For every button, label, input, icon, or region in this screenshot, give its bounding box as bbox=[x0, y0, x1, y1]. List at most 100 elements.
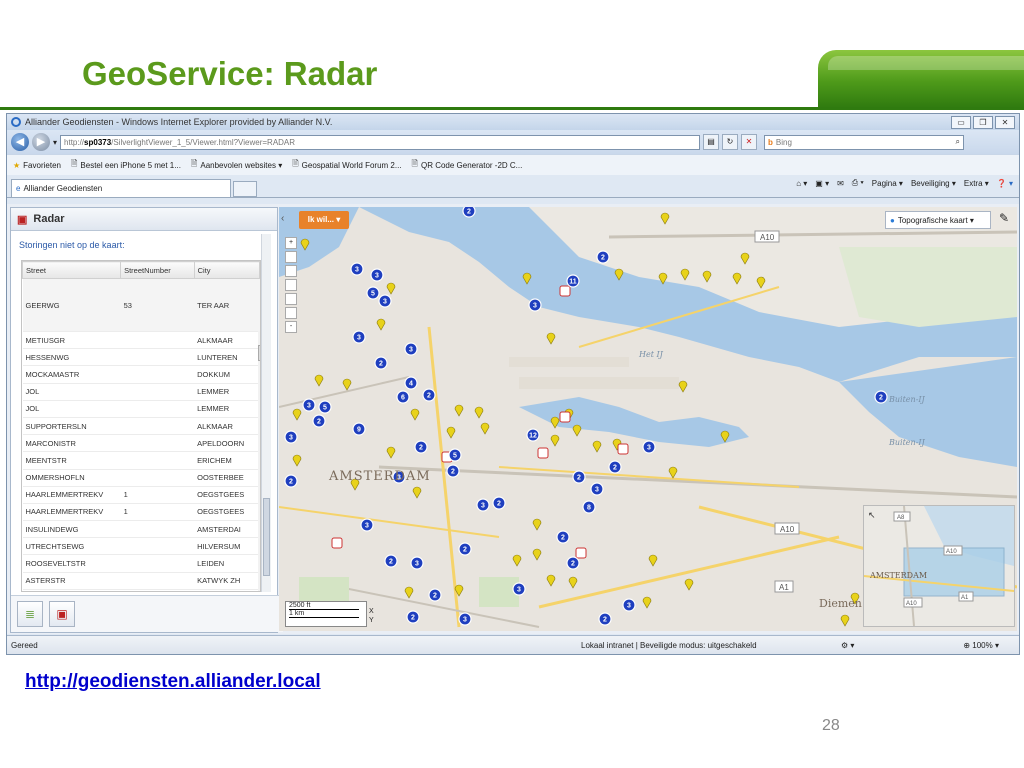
geodiensten-link[interactable]: http://geodiensten.alliander.local bbox=[25, 671, 321, 693]
outage-cluster-marker[interactable]: 2 bbox=[556, 530, 570, 544]
alert-marker[interactable] bbox=[559, 411, 571, 423]
outage-cluster-marker[interactable]: 2 bbox=[596, 250, 610, 264]
outage-marker-yellow[interactable] bbox=[592, 440, 602, 453]
outage-cluster-marker[interactable]: 9 bbox=[352, 422, 366, 436]
basemap-selector[interactable]: ● Topografische kaart ▾ bbox=[885, 211, 991, 229]
outage-cluster-marker[interactable]: 3 bbox=[350, 262, 364, 276]
outage-marker-yellow[interactable] bbox=[550, 434, 560, 447]
home-icon[interactable]: ⌂ ▾ bbox=[796, 179, 807, 188]
column-header-streetnumber[interactable]: StreetNumber bbox=[120, 261, 195, 279]
outage-cluster-marker[interactable]: 12 bbox=[526, 428, 540, 442]
column-header-street[interactable]: Street bbox=[22, 261, 122, 279]
table-row[interactable]: INSULINDEWG AMSTERDAI bbox=[22, 520, 260, 539]
wrench-icon[interactable]: ✎ bbox=[995, 211, 1013, 229]
arrow-icon[interactable]: ↖ bbox=[868, 510, 876, 520]
outage-cluster-marker[interactable]: 2 bbox=[414, 440, 428, 454]
zoom-out-button[interactable]: - bbox=[285, 321, 297, 333]
outage-marker-yellow[interactable] bbox=[454, 404, 464, 417]
table-row[interactable]: JOL LEMMER bbox=[22, 400, 260, 418]
table-row[interactable]: SUPPORTERSLN ALKMAAR bbox=[22, 417, 260, 436]
outage-cluster-marker[interactable]: 2 bbox=[566, 556, 580, 570]
panel-scrollbar-thumb[interactable] bbox=[263, 498, 270, 576]
outage-cluster-marker[interactable]: 11 bbox=[566, 274, 580, 288]
table-row[interactable]: HESSENWG LUNTEREN bbox=[22, 348, 260, 367]
zoom-level-indicator[interactable]: ⊕ 100% ▾ bbox=[963, 641, 999, 650]
outage-cluster-marker[interactable]: 2 bbox=[874, 390, 888, 404]
outage-marker-yellow[interactable] bbox=[412, 486, 422, 499]
zoom-level[interactable] bbox=[285, 265, 297, 277]
mail-icon[interactable]: ✉ bbox=[837, 179, 844, 188]
outage-marker-yellow[interactable] bbox=[684, 578, 694, 591]
alert-marker[interactable] bbox=[537, 447, 549, 459]
security-menu[interactable]: Beveiliging ▾ bbox=[911, 179, 956, 188]
table-row[interactable]: JOL LEMMER bbox=[22, 383, 260, 401]
outage-cluster-marker[interactable]: 3 bbox=[458, 612, 472, 626]
outage-cluster-marker[interactable]: 3 bbox=[512, 582, 526, 596]
outage-cluster-marker[interactable]: 3 bbox=[284, 430, 298, 444]
outage-marker-yellow[interactable] bbox=[480, 422, 490, 435]
outage-cluster-marker[interactable]: 3 bbox=[410, 556, 424, 570]
search-icon[interactable]: ⌕ bbox=[956, 137, 960, 147]
outage-cluster-marker[interactable]: 3 bbox=[590, 482, 604, 496]
outage-marker-yellow[interactable] bbox=[572, 424, 582, 437]
table-row[interactable]: ROOSEVELTSTR LEIDEN bbox=[22, 554, 260, 573]
feeds-icon[interactable]: ▣ ▾ bbox=[815, 179, 829, 188]
outage-marker-yellow[interactable] bbox=[376, 318, 386, 331]
outage-marker-yellow[interactable] bbox=[410, 408, 420, 421]
outage-cluster-marker[interactable]: 2 bbox=[406, 610, 420, 624]
table-row[interactable]: HAARLEMMERTREKV 1 OEGSTGEES bbox=[22, 486, 260, 504]
zoom-level[interactable] bbox=[285, 251, 297, 263]
outage-marker-yellow[interactable] bbox=[386, 446, 396, 459]
outage-cluster-marker[interactable]: 3 bbox=[622, 598, 636, 612]
outage-cluster-marker[interactable]: 2 bbox=[312, 414, 326, 428]
outage-marker-yellow[interactable] bbox=[546, 332, 556, 345]
forward-button[interactable]: ▶ bbox=[32, 133, 50, 151]
outage-marker-yellow[interactable] bbox=[840, 614, 850, 627]
outage-cluster-marker[interactable]: 5 bbox=[448, 448, 462, 462]
protected-mode-icon[interactable]: ⚙ ▾ bbox=[841, 641, 854, 650]
outage-marker-yellow[interactable] bbox=[678, 380, 688, 393]
ik-wil-button[interactable]: Ik wil... ▾ bbox=[299, 211, 349, 229]
tab-alliander-geodiensten[interactable]: e Alliander Geodiensten bbox=[11, 179, 231, 197]
table-row[interactable]: MOCKAMASTR DOKKUM bbox=[22, 365, 260, 384]
outage-cluster-marker[interactable]: 3 bbox=[476, 498, 490, 512]
outage-cluster-marker[interactable]: 2 bbox=[492, 496, 506, 510]
outage-marker-yellow[interactable] bbox=[648, 554, 658, 567]
collapse-panel-icon[interactable]: ‹ bbox=[281, 213, 284, 224]
favorites-button[interactable]: ★ Favorieten bbox=[13, 161, 61, 170]
outage-marker-yellow[interactable] bbox=[342, 378, 352, 391]
outage-cluster-marker[interactable]: 2 bbox=[598, 612, 612, 626]
outage-cluster-marker[interactable]: 2 bbox=[608, 460, 622, 474]
column-header-city[interactable]: City bbox=[193, 261, 260, 279]
history-dropdown-icon[interactable]: ▾ bbox=[53, 138, 57, 147]
outage-marker-yellow[interactable] bbox=[292, 454, 302, 467]
outage-cluster-marker[interactable]: 2 bbox=[374, 356, 388, 370]
outage-cluster-marker[interactable]: 4 bbox=[404, 376, 418, 390]
outage-cluster-marker[interactable]: 8 bbox=[582, 500, 596, 514]
table-row[interactable]: UTRECHTSEWG HILVERSUM bbox=[22, 537, 260, 556]
table-row[interactable]: MARCONISTR APELDOORN bbox=[22, 434, 260, 453]
outage-marker-yellow[interactable] bbox=[292, 408, 302, 421]
new-tab-button[interactable] bbox=[233, 181, 257, 197]
table-row[interactable]: HAARLEMMERTREKV 1 OEGSTGEES bbox=[22, 503, 260, 522]
overview-map[interactable]: ↖ A8 A10 A10 A1 AMSTERDAM bbox=[863, 505, 1015, 627]
outage-cluster-marker[interactable]: 6 bbox=[396, 390, 410, 404]
alert-marker[interactable] bbox=[331, 537, 343, 549]
address-bar[interactable]: http:// sp0373 /SilverlightViewer_1_5/Vi… bbox=[60, 134, 701, 150]
outage-marker-yellow[interactable] bbox=[568, 576, 578, 589]
zoom-in-button[interactable]: + bbox=[285, 237, 297, 249]
alert-marker[interactable] bbox=[575, 547, 587, 559]
compat-view-icon[interactable]: ▤ bbox=[703, 134, 720, 150]
layers-button[interactable]: ≣ bbox=[17, 601, 43, 627]
back-button[interactable]: ◀ bbox=[11, 133, 29, 151]
help-icon[interactable]: ❓ ▾ bbox=[997, 179, 1013, 188]
outage-marker-yellow[interactable] bbox=[474, 406, 484, 419]
panel-scrollbar[interactable] bbox=[261, 234, 271, 592]
outage-cluster-marker[interactable]: 2 bbox=[446, 464, 460, 478]
outage-marker-yellow[interactable] bbox=[532, 548, 542, 561]
table-row[interactable]: OMMERSHOFLN OOSTERBEE bbox=[22, 469, 260, 487]
page-menu[interactable]: Pagina ▾ bbox=[872, 179, 903, 188]
outage-cluster-marker[interactable]: 2 bbox=[428, 588, 442, 602]
outage-cluster-marker[interactable]: 3 bbox=[378, 294, 392, 308]
outage-marker-yellow[interactable] bbox=[668, 466, 678, 479]
